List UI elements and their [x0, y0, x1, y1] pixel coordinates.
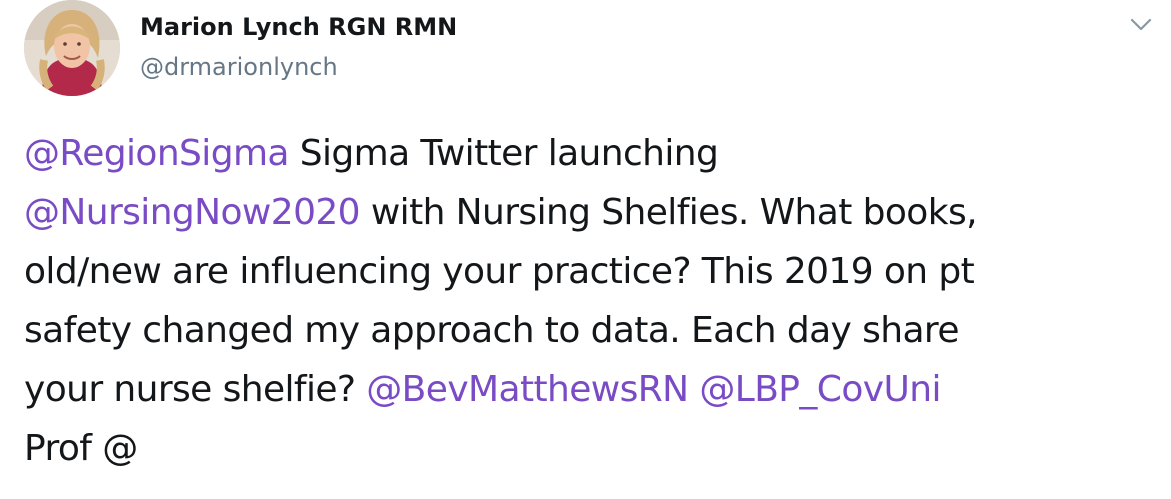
tweet-text-line: safety changed my approach to data. Each… — [24, 301, 1154, 360]
user-handle[interactable]: @drmarionlynch — [140, 52, 338, 82]
tweet-text: @RegionSigma Sigma Twitter launching @Nur… — [24, 124, 1154, 478]
tweet-text-segment: old/new are influencing your practice? T… — [24, 251, 975, 292]
tweet-text-line: Prof @ — [24, 419, 1154, 478]
mention-link[interactable]: @BevMatthewsRN — [366, 369, 689, 410]
tweet-card: Marion Lynch RGN RMN @drmarionlynch @Reg… — [0, 0, 1171, 499]
tweet-text-line: your nurse shelfie? @BevMatthewsRN @LBP_… — [24, 360, 1154, 419]
tweet-text-line: @NursingNow2020 with Nursing Shelfies. W… — [24, 183, 1154, 242]
tweet-text-segment: Prof @ — [24, 428, 138, 469]
tweet-text-line: @RegionSigma Sigma Twitter launching — [24, 124, 1154, 183]
profile-photo-icon — [24, 0, 120, 96]
mention-link[interactable]: @RegionSigma — [24, 133, 289, 174]
more-options-button[interactable] — [1124, 8, 1158, 42]
tweet-text-segment: your nurse shelfie? — [24, 369, 367, 410]
mention-link[interactable]: @NursingNow2020 — [24, 192, 361, 233]
tweet-text-segment — [689, 369, 700, 410]
mention-link[interactable]: @LBP_CovUni — [699, 369, 941, 410]
tweet-text-segment: Sigma Twitter launching — [288, 133, 719, 174]
tweet-text-segment: safety changed my approach to data. Each… — [24, 310, 959, 351]
tweet-text-segment: with Nursing Shelfies. What books, — [360, 192, 978, 233]
display-name[interactable]: Marion Lynch RGN RMN — [140, 12, 457, 42]
tweet-text-line: old/new are influencing your practice? T… — [24, 242, 1154, 301]
chevron-down-icon — [1130, 18, 1152, 31]
avatar[interactable] — [24, 0, 120, 96]
